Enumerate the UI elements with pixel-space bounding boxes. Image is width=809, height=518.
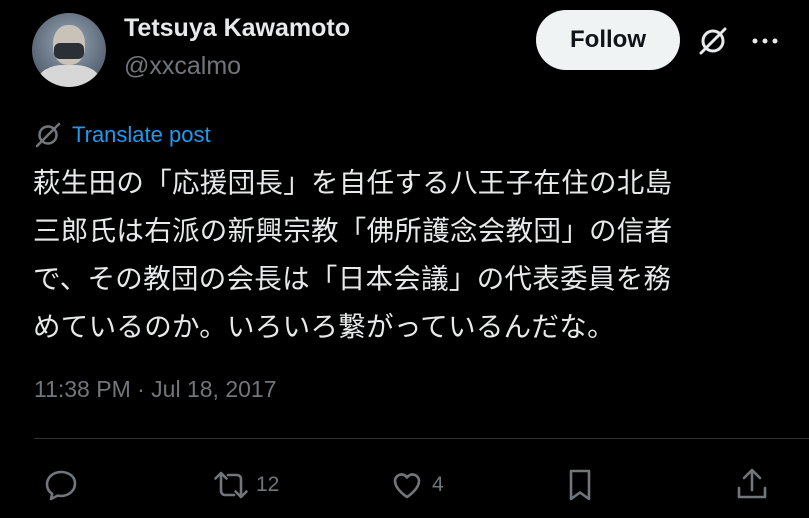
share-icon xyxy=(737,468,767,499)
divider xyxy=(34,438,809,439)
avatar[interactable] xyxy=(32,13,106,87)
avatar-mask xyxy=(54,43,84,59)
avatar-shoulders xyxy=(38,65,100,87)
translate-icon xyxy=(35,122,61,148)
grok-icon[interactable] xyxy=(696,24,730,58)
translate-post-link[interactable]: Translate post xyxy=(72,122,211,148)
bookmark-button[interactable] xyxy=(561,466,599,504)
reply-button[interactable] xyxy=(42,466,86,504)
tweet-text: 萩生田の「応援団長」を自任する八王子在住の北島 三郎氏は右派の新興宗教「佛所護念… xyxy=(33,167,673,343)
like-button[interactable]: 4 xyxy=(388,466,444,504)
heart-icon xyxy=(393,473,421,499)
more-icon[interactable] xyxy=(750,34,780,48)
retweet-button[interactable]: 12 xyxy=(212,466,279,504)
translate-row[interactable]: Translate post xyxy=(34,120,211,150)
bookmark-icon xyxy=(569,469,591,501)
follow-button[interactable]: Follow xyxy=(536,10,680,70)
reply-icon xyxy=(45,470,77,501)
like-count: 4 xyxy=(432,473,444,496)
user-handle[interactable]: @xxcalmo xyxy=(124,52,241,81)
retweet-count: 12 xyxy=(256,473,280,496)
user-display-name[interactable]: Tetsuya Kawamoto xyxy=(124,14,350,43)
share-button[interactable] xyxy=(733,466,771,504)
retweet-icon xyxy=(214,471,248,499)
tweet-timestamp[interactable]: 11:38 PM · Jul 18, 2017 xyxy=(34,376,277,403)
